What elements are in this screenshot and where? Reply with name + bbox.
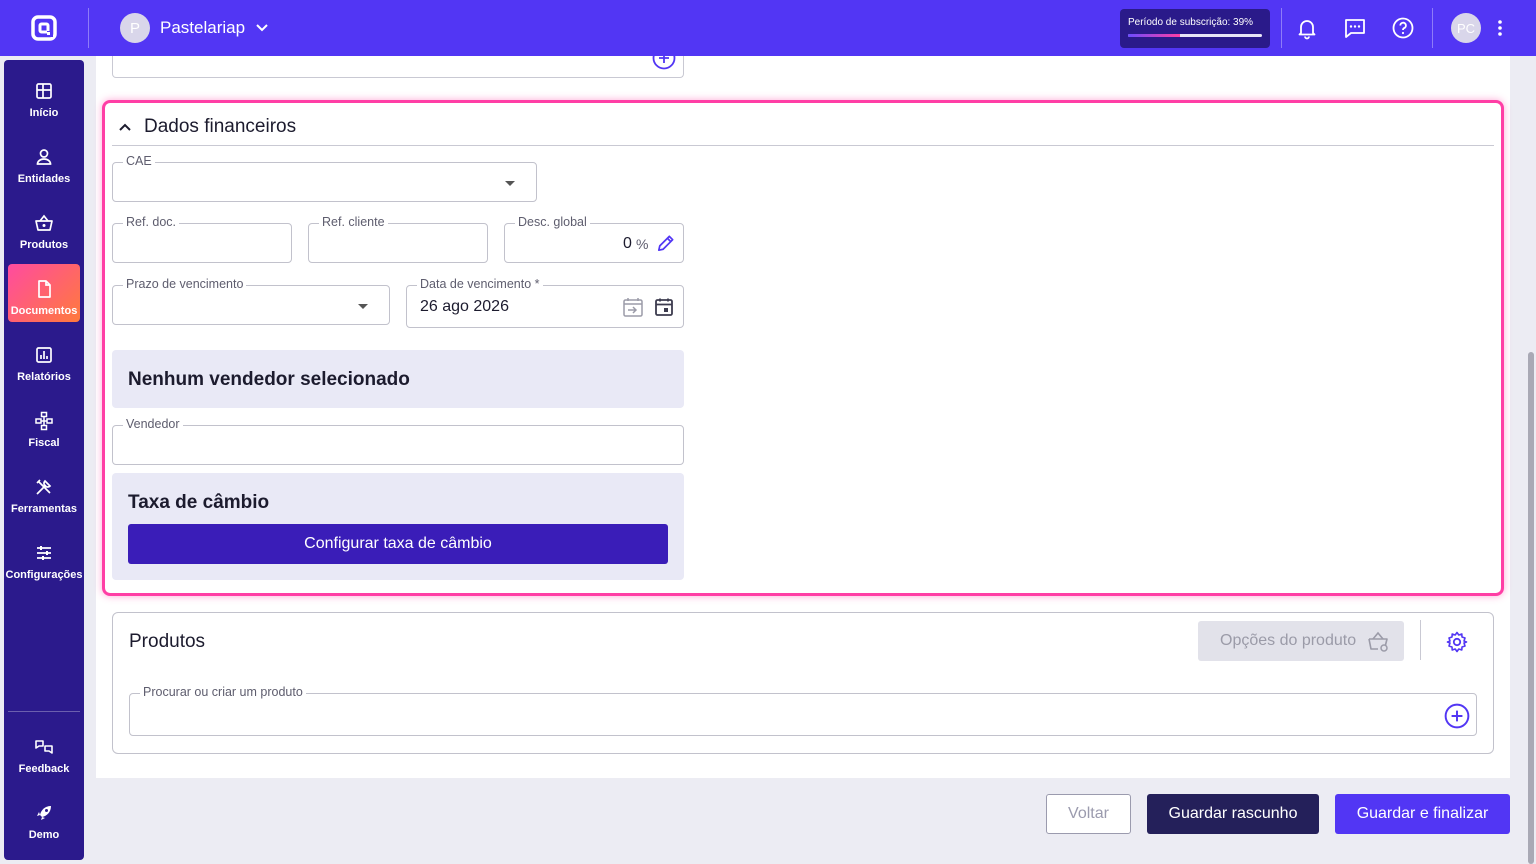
save-draft-button[interactable]: Guardar rascunho: [1147, 794, 1319, 834]
user-icon: [36, 149, 52, 165]
financial-section-title: Dados financeiros: [144, 115, 297, 137]
company-avatar: P: [120, 13, 150, 43]
app-logo-icon[interactable]: [30, 14, 58, 42]
percent-unit: %: [636, 236, 649, 252]
company-selector[interactable]: P Pastelariap: [120, 13, 269, 43]
prazo-vencimento-select[interactable]: Prazo de vencimento: [112, 277, 390, 325]
rocket-icon: [37, 806, 51, 820]
product-options-label: Opções do produto: [1220, 632, 1357, 649]
data-vencimento-input[interactable]: Data de vencimento * 26 ago 2026: [406, 277, 684, 328]
home-icon: [36, 83, 52, 99]
seller-panel: Nenhum vendedor selecionado: [112, 350, 684, 408]
cae-select[interactable]: CAE: [112, 154, 537, 202]
calendar-icon[interactable]: [654, 297, 674, 317]
subscription-progress-fill: [1128, 34, 1181, 37]
data-vencimento-label: Data de vencimento *: [417, 277, 543, 291]
company-name: Pastelariap: [160, 18, 246, 37]
sidebar-item-label: Início: [29, 107, 59, 119]
subscription-period[interactable]: Período de subscrição: 39%: [1120, 9, 1270, 48]
scrollbar-thumb[interactable]: [1528, 352, 1534, 864]
tools-icon: [36, 479, 52, 495]
ref-cliente-input[interactable]: Ref. cliente: [308, 215, 488, 263]
ref-doc-input[interactable]: Ref. doc.: [112, 215, 292, 263]
pencil-icon[interactable]: [655, 233, 676, 254]
sidebar-item-configuracoes[interactable]: Configurações: [5, 528, 83, 586]
sidebar-divider: [8, 711, 80, 712]
top-bar: P Pastelariap Período de subscrição: 39%…: [0, 0, 1536, 56]
help-icon[interactable]: [1391, 16, 1415, 40]
desc-global-input[interactable]: Desc. global 0 %: [504, 215, 684, 263]
sidebar-item-label: Feedback: [18, 763, 70, 775]
data-vencimento-value: 26 ago 2026: [420, 298, 509, 315]
feedback-icon: [35, 740, 53, 754]
ref-doc-label: Ref. doc.: [123, 215, 180, 229]
vendedor-input[interactable]: Vendedor: [112, 417, 684, 465]
dropdown-arrow-icon: [358, 304, 368, 309]
sidebar: Início Entidades Produtos Documentos Rel…: [4, 60, 84, 860]
chart-icon: [36, 347, 52, 363]
topbar-divider: [1281, 8, 1282, 48]
back-button[interactable]: Voltar: [1046, 794, 1131, 834]
add-circle-icon[interactable]: [652, 46, 676, 70]
seller-heading: Nenhum vendedor selecionado: [128, 369, 410, 390]
chat-icon[interactable]: [1343, 16, 1367, 40]
sidebar-item-documentos[interactable]: Documentos: [8, 264, 80, 322]
sidebar-item-entidades[interactable]: Entidades: [8, 132, 80, 190]
topbar-divider: [88, 8, 89, 48]
sidebar-item-label: Fiscal: [28, 437, 60, 449]
subscription-progress-bar: [1128, 34, 1262, 37]
sidebar-item-label: Relatórios: [17, 371, 71, 383]
sidebar-item-label: Produtos: [19, 239, 69, 251]
gear-icon[interactable]: [1445, 630, 1469, 654]
ref-cliente-label: Ref. cliente: [319, 215, 388, 229]
products-title: Produtos: [129, 631, 206, 652]
document-icon: [38, 280, 51, 298]
exchange-heading: Taxa de câmbio: [128, 492, 270, 513]
prazo-label: Prazo de vencimento: [123, 277, 247, 291]
cae-label: CAE: [123, 154, 155, 168]
product-search-label: Procurar ou criar um produto: [140, 685, 306, 699]
financial-section-header[interactable]: Dados financeiros: [112, 108, 1494, 146]
configure-exchange-rate-button[interactable]: Configurar taxa de câmbio: [128, 524, 668, 564]
vendedor-label: Vendedor: [123, 417, 183, 431]
topbar-divider: [1432, 8, 1433, 48]
hierarchy-icon: [35, 411, 53, 431]
sidebar-item-fiscal[interactable]: Fiscal: [8, 396, 80, 454]
sidebar-item-produtos[interactable]: Produtos: [8, 198, 80, 256]
sliders-icon: [37, 546, 51, 560]
sidebar-item-label: Ferramentas: [10, 503, 78, 515]
previous-field-input[interactable]: [112, 56, 684, 78]
product-options-button[interactable]: Opções do produto: [1198, 621, 1404, 661]
sidebar-item-demo[interactable]: Demo: [8, 788, 80, 846]
sidebar-item-inicio[interactable]: Início: [8, 66, 80, 124]
sidebar-item-ferramentas[interactable]: Ferramentas: [8, 462, 80, 520]
save-finalize-button[interactable]: Guardar e finalizar: [1335, 794, 1510, 834]
add-circle-icon[interactable]: [1444, 703, 1470, 729]
chevron-up-icon: [119, 123, 131, 131]
basket-settings-icon: [1368, 631, 1388, 652]
more-vert-icon[interactable]: [1488, 16, 1512, 40]
dropdown-arrow-icon: [505, 181, 515, 186]
desc-global-value: 0: [623, 235, 632, 252]
bell-icon[interactable]: [1295, 16, 1319, 40]
sidebar-item-relatorios[interactable]: Relatórios: [8, 330, 80, 388]
basket-icon: [35, 214, 53, 231]
desc-global-label: Desc. global: [515, 215, 590, 229]
subscription-label: Período de subscrição: 39%: [1128, 17, 1254, 28]
chevron-down-icon: [256, 24, 268, 32]
sidebar-item-label: Configurações: [5, 569, 83, 581]
sidebar-item-label: Documentos: [10, 305, 78, 317]
sidebar-item-label: Entidades: [17, 173, 71, 185]
sidebar-item-feedback[interactable]: Feedback: [8, 722, 80, 780]
calendar-arrow-icon[interactable]: [622, 296, 644, 318]
user-avatar[interactable]: PC: [1451, 13, 1481, 43]
products-divider: [1420, 620, 1421, 660]
sidebar-item-label: Demo: [28, 829, 60, 841]
product-search-input[interactable]: Procurar ou criar um produto: [129, 685, 1477, 736]
